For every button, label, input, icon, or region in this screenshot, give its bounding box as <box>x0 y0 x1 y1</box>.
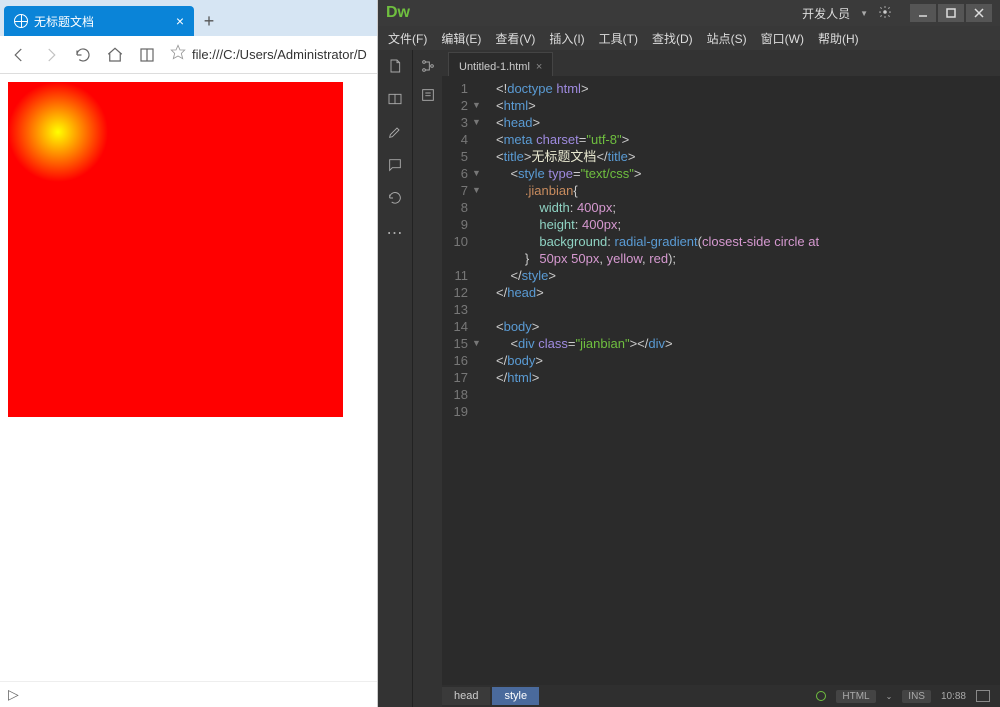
home-icon[interactable] <box>106 46 124 64</box>
gear-icon[interactable] <box>878 5 892 22</box>
menu-item[interactable]: 工具(T) <box>599 30 638 47</box>
breadcrumb-item[interactable]: style <box>492 687 539 705</box>
status-glyph: ▷ <box>8 686 19 703</box>
snippet-icon[interactable] <box>420 87 436 106</box>
favorite-icon[interactable] <box>170 44 192 65</box>
browser-statusbar: ▷ <box>0 681 377 707</box>
file-tabbar: Untitled-1.html × <box>442 50 1000 76</box>
close-tab-icon[interactable]: × <box>176 13 184 29</box>
comment-icon[interactable] <box>387 157 403 176</box>
code-text[interactable]: <!doctype html><html><head><meta charset… <box>490 76 1000 685</box>
address-bar[interactable]: file:///C:/Users/Administrator/D <box>170 44 367 65</box>
menu-item[interactable]: 站点(S) <box>707 30 747 47</box>
menu-item[interactable]: 窗口(W) <box>761 30 804 47</box>
globe-icon <box>14 14 28 28</box>
menu-item[interactable]: 查看(V) <box>495 30 535 47</box>
tab-title: 无标题文档 <box>34 13 168 30</box>
new-tab-button[interactable]: + <box>194 6 224 36</box>
workspace-role[interactable]: 开发人员 <box>802 5 850 22</box>
refresh-icon[interactable] <box>74 46 92 64</box>
browser-tab[interactable]: 无标题文档 × <box>4 6 194 36</box>
minimize-icon[interactable] <box>910 4 936 22</box>
brush-icon[interactable] <box>387 124 403 143</box>
dw-left-iconbar-2 <box>412 50 442 707</box>
browser-tabbar: 无标题文档 × + <box>0 0 377 36</box>
page-viewport <box>0 74 377 681</box>
dw-titlebar: Dw 开发人员 ▼ <box>378 0 1000 26</box>
menu-item[interactable]: 查找(D) <box>652 30 693 47</box>
status-ok-icon <box>816 691 826 701</box>
screen-icon[interactable] <box>976 690 990 702</box>
status-pos: 10:88 <box>941 691 966 702</box>
close-icon[interactable] <box>966 4 992 22</box>
dw-left-iconbar: ⋯ <box>378 50 412 707</box>
reading-icon[interactable] <box>138 46 156 64</box>
menu-item[interactable]: 插入(I) <box>549 30 584 47</box>
back-icon[interactable] <box>10 46 28 64</box>
line-gutter: 12▼3▼456▼7▼8910 1112131415▼16171819 <box>442 76 490 685</box>
file-icon[interactable] <box>387 58 403 77</box>
menu-item[interactable]: 编辑(E) <box>441 30 481 47</box>
dw-menubar: 文件(F) 编辑(E) 查看(V) 插入(I) 工具(T) 查找(D) 站点(S) 窗口(W)… <box>378 26 1000 50</box>
chevron-down-icon[interactable]: ▼ <box>860 9 868 18</box>
status-ins[interactable]: INS <box>902 690 931 703</box>
status-lang[interactable]: HTML <box>836 690 875 703</box>
maximize-icon[interactable] <box>938 4 964 22</box>
tree-icon[interactable] <box>420 58 436 77</box>
tag-breadcrumb: headstyle HTML ⌄ INS 10:88 <box>442 685 1000 707</box>
browser-window: 无标题文档 × + file:///C:/Users/Administrator… <box>0 0 378 707</box>
menu-item[interactable]: 文件(F) <box>388 30 427 47</box>
refresh-icon[interactable] <box>387 190 403 209</box>
dw-logo: Dw <box>386 4 410 22</box>
close-file-icon[interactable]: × <box>536 61 542 73</box>
browser-toolbar: file:///C:/Users/Administrator/D <box>0 36 377 74</box>
dw-statusbar: HTML ⌄ INS 10:88 <box>816 690 1000 703</box>
menu-item[interactable]: 帮助(H) <box>818 30 859 47</box>
forward-icon[interactable] <box>42 46 60 64</box>
code-area[interactable]: 12▼3▼456▼7▼8910 1112131415▼16171819 <!do… <box>442 76 1000 685</box>
file-tab-label: Untitled-1.html <box>459 61 530 73</box>
breadcrumb-item[interactable]: head <box>442 687 490 705</box>
chevron-down-icon[interactable]: ⌄ <box>886 692 893 701</box>
split-icon[interactable] <box>387 91 403 110</box>
dreamweaver-window: Dw 开发人员 ▼ 文件(F) 编辑(E) 查看(V) 插入(I) 工具(T) 查找(D)… <box>378 0 1000 707</box>
address-text: file:///C:/Users/Administrator/D <box>192 47 367 62</box>
code-editor: Untitled-1.html × 12▼3▼456▼7▼8910 111213… <box>442 50 1000 707</box>
more-icon[interactable]: ⋯ <box>387 223 404 243</box>
jianbian-div <box>8 82 343 417</box>
file-tab[interactable]: Untitled-1.html × <box>448 52 553 76</box>
